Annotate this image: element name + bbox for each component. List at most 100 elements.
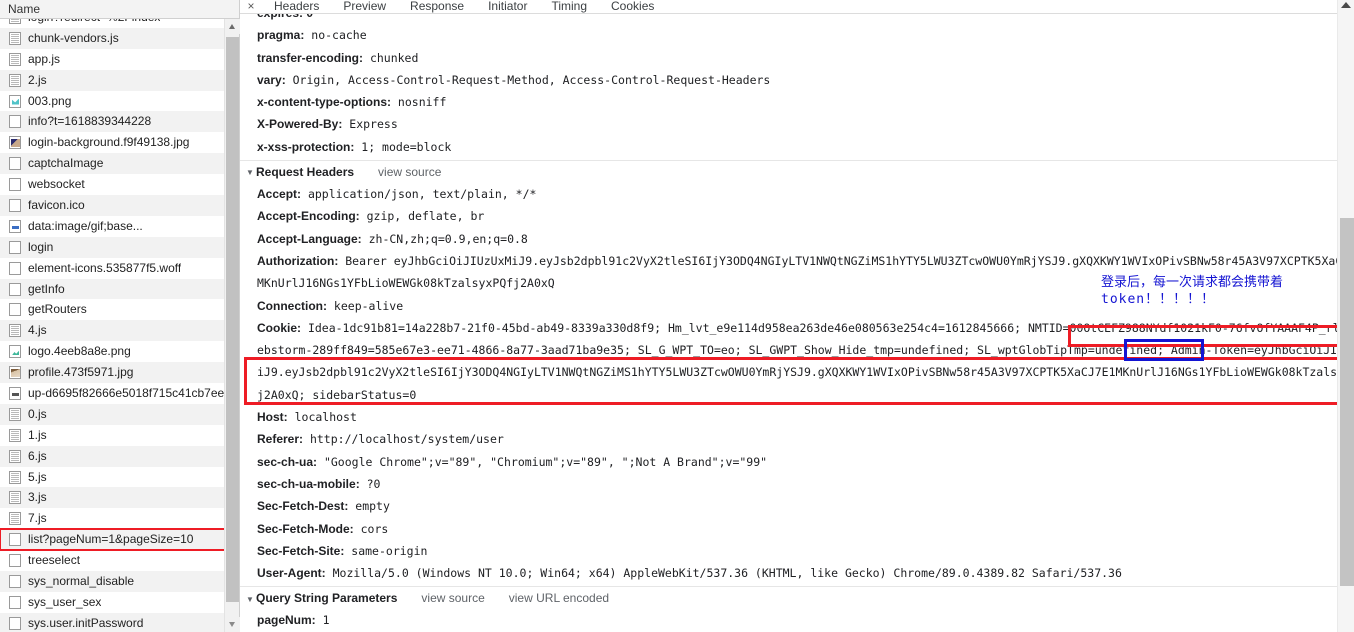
annotation-note: 登录后，每一次请求都会携带着 token！！！！！: [1101, 274, 1283, 308]
list-item[interactable]: 3.js: [0, 487, 231, 509]
header-key: pageNum:: [257, 613, 316, 628]
tab-timing[interactable]: Timing: [539, 0, 599, 13]
header-value: nosniff: [391, 95, 447, 110]
list-item[interactable]: element-icons.535877f5.woff: [0, 258, 231, 279]
detail-panel-scrollbar[interactable]: [1337, 0, 1354, 632]
left-scrollbar-thumb[interactable]: [226, 37, 239, 602]
list-item-label: up-d6695f82666e5018f715c41cb7ee: [28, 386, 225, 401]
list-item[interactable]: favicon.ico: [0, 195, 231, 216]
chevron-down-icon[interactable]: ▼: [246, 161, 256, 184]
header-key: pragma:: [257, 28, 305, 43]
list-item-label: favicon.ico: [28, 198, 85, 213]
file-list-viewport[interactable]: login?redirect=%2Findex chunk-vendors.js a…: [0, 19, 240, 632]
list-item[interactable]: 0.js: [0, 403, 231, 425]
tab-response[interactable]: Response: [398, 0, 476, 13]
list-item[interactable]: getInfo: [0, 278, 231, 300]
image-icon: [9, 386, 21, 400]
list-item[interactable]: sys_user_sex: [0, 592, 231, 613]
scroll-up-arrow-icon[interactable]: [1341, 2, 1351, 8]
list-item[interactable]: captchaImage: [0, 153, 231, 175]
image-icon: [9, 94, 21, 108]
request-headers-list: Accept: application/json, text/plain, */…: [240, 183, 1354, 584]
image-icon: [9, 219, 21, 233]
headers-content[interactable]: expires: 0 pragma: no-cachetransfer-enco…: [240, 14, 1354, 632]
left-panel-scrollbar[interactable]: [224, 19, 240, 632]
tab-cookies[interactable]: Cookies: [599, 0, 666, 13]
header-key: sec-ch-ua:: [257, 454, 318, 469]
request-headers-section-header[interactable]: ▼ Request Headers view source: [240, 160, 1354, 183]
list-item[interactable]: data:image/gif;base...: [0, 216, 231, 237]
close-icon[interactable]: ×: [240, 0, 262, 13]
list-item-label: websocket: [28, 177, 85, 192]
list-item[interactable]: logo.4eeb8a8e.png: [0, 341, 231, 362]
list-item[interactable]: treeselect: [0, 550, 231, 571]
scroll-up-arrow-icon[interactable]: [225, 19, 240, 34]
list-item[interactable]: app.js: [0, 49, 231, 70]
list-item-label: info?t=1618839344228: [28, 114, 152, 129]
font-icon: [9, 261, 21, 275]
list-item[interactable]: 4.js: [0, 320, 231, 342]
header-key: x-content-type-options:: [257, 95, 391, 110]
header-key: Referer:: [257, 432, 304, 447]
list-item-label: element-icons.535877f5.woff: [28, 260, 182, 275]
header-line: pageNum: 1: [240, 609, 1354, 631]
header-value: ?0: [359, 476, 381, 491]
list-item-label: sys_user_sex: [28, 594, 102, 609]
header-line-continuation: j2A0xQ; sidebarStatus=0: [240, 384, 1354, 406]
chevron-down-icon[interactable]: ▼: [246, 588, 256, 611]
header-key: Host:: [257, 410, 288, 425]
list-item[interactable]: sys_normal_disable: [0, 571, 231, 592]
script-icon: [9, 31, 21, 45]
list-item[interactable]: 003.png: [0, 91, 231, 112]
list-item[interactable]: 6.js: [0, 445, 231, 467]
image-icon: [9, 366, 21, 380]
list-item-label: app.js: [28, 51, 61, 66]
view-source-link[interactable]: view source: [378, 165, 441, 179]
view-source-link[interactable]: view source: [421, 591, 484, 605]
query-string-section-header[interactable]: ▼ Query String Parameters view source view …: [240, 586, 1354, 609]
list-item[interactable]: login?redirect=%2Findex: [0, 19, 231, 28]
tab-headers[interactable]: Headers: [262, 0, 331, 13]
header-line: x-xss-protection: 1; mode=block: [240, 136, 1354, 158]
xhr-icon: [9, 533, 21, 547]
request-headers-title: Request Headers: [256, 165, 355, 180]
list-item[interactable]: chunk-vendors.js: [0, 27, 231, 49]
list-item-label: logo.4eeb8a8e.png: [28, 344, 131, 359]
list-item-label: 5.js: [28, 469, 47, 484]
scroll-down-arrow-icon[interactable]: [225, 617, 240, 632]
list-item[interactable]: websocket: [0, 174, 231, 195]
script-icon: [9, 428, 21, 442]
header-value: no-cache: [304, 28, 367, 43]
header-line: sec-ch-ua: "Google Chrome";v="89", "Chro…: [240, 451, 1354, 473]
header-key: User-Agent:: [257, 566, 326, 581]
list-item[interactable]: 2.js: [0, 69, 231, 91]
list-item-label: login-background.f9f49138.jpg: [28, 135, 190, 150]
header-value: MKnUrlJ16NGs1YFbLioWEWGk08kTzalsyxPQfj2A…: [257, 276, 555, 291]
list-item[interactable]: 1.js: [0, 425, 231, 446]
tab-initiator[interactable]: Initiator: [476, 0, 539, 13]
list-item[interactable]: getRouters: [0, 299, 231, 320]
list-item[interactable]: 7.js: [0, 508, 231, 529]
list-item[interactable]: info?t=1618839344228: [0, 111, 231, 133]
list-item[interactable]: login: [0, 236, 231, 258]
header-line: pragma: no-cache: [240, 24, 1354, 46]
script-icon: [9, 491, 21, 505]
list-item-label: treeselect: [28, 553, 81, 568]
column-header-name[interactable]: Name: [0, 0, 239, 19]
list-item[interactable]: up-d6695f82666e5018f715c41cb7ee: [0, 383, 231, 404]
list-item[interactable]: sys.user.initPassword: [0, 612, 231, 632]
tab-group: Headers Preview Response Initiator Timing Coo…: [262, 0, 666, 13]
header-line: vary: Origin, Access-Control-Request-Met…: [240, 69, 1354, 91]
xhr-icon: [9, 303, 21, 317]
tab-preview[interactable]: Preview: [331, 0, 398, 13]
right-scrollbar-thumb[interactable]: [1340, 218, 1354, 586]
header-line: Sec-Fetch-Mode: cors: [240, 518, 1354, 540]
header-line: Authorization: Bearer eyJhbGciOiJIUzUxMi…: [240, 250, 1354, 272]
list-item[interactable]: profile.473f5971.jpg: [0, 362, 231, 384]
list-item[interactable]: list?pageNum=1&pageSize=10: [0, 528, 232, 552]
list-item-label: 6.js: [28, 448, 47, 463]
list-item[interactable]: 5.js: [0, 467, 231, 488]
view-url-encoded-link[interactable]: view URL encoded: [509, 591, 609, 605]
header-value: Idea-1dc91b81=14a228b7-21f0-45bd-ab49-83…: [301, 320, 1354, 335]
list-item[interactable]: login-background.f9f49138.jpg: [0, 132, 231, 153]
